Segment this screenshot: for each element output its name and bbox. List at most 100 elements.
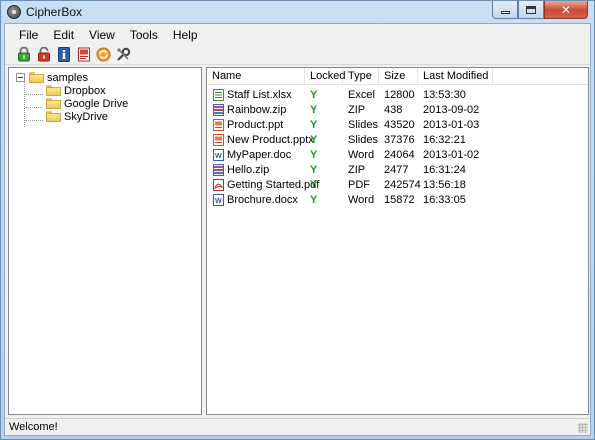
excel-icon: [213, 89, 224, 101]
last-modified-cell: 16:33:05: [423, 194, 466, 206]
tree-item-dropbox[interactable]: Dropbox: [46, 84, 106, 97]
maximize-button[interactable]: [518, 1, 544, 19]
menu-bar: File Edit View Tools Help: [5, 24, 590, 45]
file-list-panel[interactable]: Name Locked Type Size Last Modified Staf…: [206, 67, 589, 415]
tree-label: samples: [47, 71, 88, 84]
locked-cell: Y: [310, 134, 318, 146]
menu-edit[interactable]: Edit: [46, 26, 81, 44]
tree-connector: [25, 107, 43, 108]
menu-help[interactable]: Help: [166, 26, 205, 44]
file-type-cell: ZIP: [348, 164, 366, 176]
file-name-cell: Brochure.docx: [227, 194, 298, 206]
app-window: CipherBox ✕ File Edit View Tools Help sa…: [0, 0, 595, 440]
file-size-cell: 43520: [384, 119, 415, 131]
folder-tree-panel[interactable]: samples Dropbox Google Drive SkyDrive: [8, 67, 202, 415]
close-icon: ✕: [560, 2, 572, 17]
svg-text:W: W: [215, 153, 222, 160]
last-modified-cell: 2013-01-02: [423, 149, 480, 161]
tree-connector: [25, 120, 43, 121]
locked-cell: Y: [310, 164, 318, 176]
file-row[interactable]: Rainbow.zip Y ZIP 438 2013-09-02: [207, 103, 588, 117]
file-name-cell: Hello.zip: [227, 164, 270, 176]
menu-file[interactable]: File: [12, 26, 45, 44]
zip-icon: [213, 164, 224, 176]
status-bar: Welcome!: [5, 418, 590, 435]
minimize-icon: [500, 10, 510, 14]
file-size-cell: 438: [384, 104, 403, 116]
word-icon: W: [213, 194, 224, 206]
unlock-icon: [37, 47, 50, 62]
book-icon: [77, 47, 90, 62]
resize-grip-icon[interactable]: [578, 423, 588, 433]
file-type-cell: Slides: [348, 119, 378, 131]
column-header-name[interactable]: Name: [207, 68, 305, 85]
file-name-cell: New Product.pptx: [227, 134, 314, 146]
locked-cell: Y: [310, 194, 318, 206]
file-size-cell: 242574: [384, 179, 421, 191]
column-header-type[interactable]: Type: [343, 68, 379, 85]
menu-view[interactable]: View: [82, 26, 122, 44]
file-type-cell: Excel: [348, 89, 375, 101]
lock-button[interactable]: [15, 46, 32, 63]
tree-label: Google Drive: [64, 97, 129, 110]
minimize-button[interactable]: [492, 1, 518, 19]
title-bar[interactable]: CipherBox ✕: [1, 1, 594, 23]
file-type-cell: PDF: [348, 179, 370, 191]
file-row[interactable]: Product.ppt Y Slides 43520 2013-01-03: [207, 118, 588, 132]
locked-cell: Y: [310, 119, 318, 131]
book-button[interactable]: [75, 46, 92, 63]
info-button[interactable]: [55, 46, 72, 63]
column-header-locked[interactable]: Locked: [305, 68, 345, 85]
locked-cell: Y: [310, 149, 318, 161]
file-name-cell: MyPaper.doc: [227, 149, 292, 161]
locked-cell: Y: [310, 179, 318, 191]
file-name-cell: Getting Started.pdf: [227, 179, 320, 191]
file-row[interactable]: Getting Started.pdf Y PDF 242574 13:56:18: [207, 178, 588, 192]
column-header-size[interactable]: Size: [379, 68, 418, 85]
file-row[interactable]: W Brochure.docx Y Word 15872 16:33:05: [207, 193, 588, 207]
svg-text:W: W: [215, 198, 222, 205]
file-type-cell: ZIP: [348, 104, 366, 116]
list-header: Name Locked Type Size Last Modified: [207, 68, 588, 85]
file-size-cell: 24064: [384, 149, 415, 161]
word-icon: W: [213, 149, 224, 161]
unlock-button[interactable]: [35, 46, 52, 63]
menu-tools[interactable]: Tools: [123, 26, 165, 44]
tree-item-samples[interactable]: samples: [16, 71, 88, 84]
tree-item-skydrive[interactable]: SkyDrive: [46, 110, 108, 123]
last-modified-cell: 2013-09-02: [423, 104, 480, 116]
file-type-cell: Word: [348, 194, 375, 206]
tree-label: Dropbox: [64, 84, 106, 97]
file-row[interactable]: New Product.pptx Y Slides 37376 16:32:21: [207, 133, 588, 147]
tools-icon: [117, 47, 131, 61]
file-row[interactable]: W MyPaper.doc Y Word 24064 2013-01-02: [207, 148, 588, 162]
last-modified-cell: 16:31:24: [423, 164, 466, 176]
locked-cell: Y: [310, 104, 318, 116]
file-row[interactable]: Hello.zip Y ZIP 2477 16:31:24: [207, 163, 588, 177]
window-title: CipherBox: [26, 5, 83, 19]
file-type-cell: Slides: [348, 134, 378, 146]
folder-icon: [46, 98, 61, 109]
file-row[interactable]: Staff List.xlsx Y Excel 12800 13:53:30: [207, 88, 588, 102]
tree-item-google-drive[interactable]: Google Drive: [46, 97, 128, 110]
file-type-cell: Word: [348, 149, 375, 161]
file-size-cell: 37376: [384, 134, 415, 146]
tools-button[interactable]: [115, 46, 132, 63]
slides-icon: [213, 134, 224, 146]
column-header-last-modified[interactable]: Last Modified: [418, 68, 493, 85]
close-button[interactable]: ✕: [544, 1, 588, 19]
collapse-toggle-icon[interactable]: [16, 73, 25, 82]
sync-button[interactable]: [95, 46, 112, 63]
folder-icon: [29, 72, 44, 83]
status-text: Welcome!: [9, 421, 58, 433]
lock-icon: [17, 47, 30, 62]
pdf-icon: [213, 179, 224, 191]
last-modified-cell: 2013-01-03: [423, 119, 480, 131]
refresh-icon: [96, 47, 111, 62]
tree-connector: [25, 94, 43, 95]
folder-icon: [46, 85, 61, 96]
cipherbox-logo-icon[interactable]: [7, 5, 21, 19]
file-name-cell: Product.ppt: [227, 119, 284, 131]
file-name-cell: Staff List.xlsx: [227, 89, 292, 101]
slides-icon: [213, 119, 224, 131]
